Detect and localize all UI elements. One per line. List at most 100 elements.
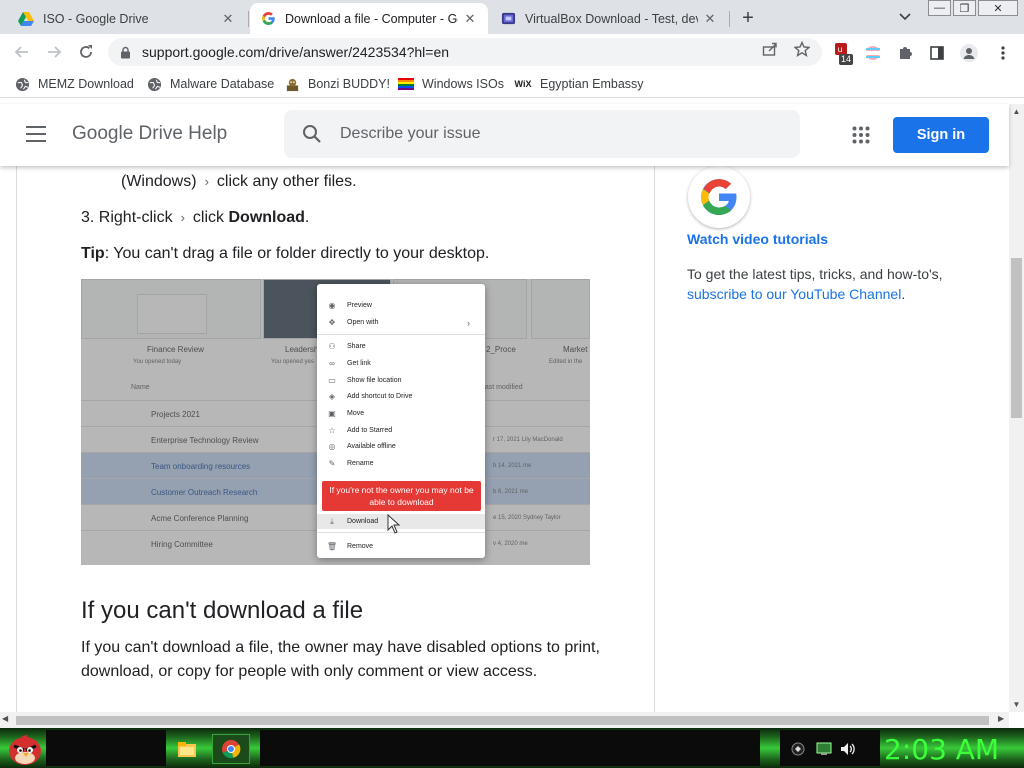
hamburger-menu-icon[interactable] bbox=[26, 126, 46, 142]
menu-item-preview: ◉ Preview bbox=[317, 298, 485, 313]
menu-item-add-shortcut: ◈ Add shortcut to Drive bbox=[317, 389, 485, 404]
menu-item-share: ⚇ Share bbox=[317, 339, 485, 354]
google-apps-grid-icon[interactable] bbox=[852, 126, 870, 144]
close-icon[interactable]: ✕ bbox=[702, 11, 718, 27]
scroll-left-arrow-icon[interactable]: ◀ bbox=[2, 714, 8, 723]
menu-label: Preview bbox=[347, 302, 372, 309]
help-header: Google Drive Help Sign in bbox=[0, 104, 1009, 166]
horizontal-scroll-thumb[interactable] bbox=[16, 716, 989, 725]
forward-button[interactable] bbox=[42, 40, 66, 64]
context-menu: ◉ Preview ✥ Open with › ⚇ Share ∞ Get link ▭ S… bbox=[317, 284, 485, 558]
pencil-icon: ✎ bbox=[328, 459, 336, 468]
reload-button[interactable] bbox=[74, 40, 98, 64]
step-bold-text: Download bbox=[228, 209, 305, 226]
eye-icon: ◉ bbox=[328, 301, 336, 310]
tab-iso-google-drive[interactable]: ISO - Google Drive ✕ bbox=[8, 3, 246, 34]
file-explorer-taskbar-icon[interactable] bbox=[168, 734, 206, 764]
browser-toolbar: support.google.com/drive/answer/2423534?… bbox=[0, 34, 1024, 70]
start-button-angry-bird-icon[interactable] bbox=[4, 728, 46, 768]
vertical-scroll-thumb[interactable] bbox=[1011, 258, 1022, 418]
side-panel-icon[interactable] bbox=[928, 44, 946, 62]
menu-item-get-link: ∞ Get link bbox=[317, 356, 485, 371]
article-border bbox=[16, 166, 17, 712]
close-icon[interactable]: ✕ bbox=[462, 11, 478, 27]
trash-icon: 🗑 bbox=[326, 542, 338, 551]
youtube-channel-link[interactable]: subscribe to our YouTube Channel bbox=[687, 286, 901, 302]
share-icon[interactable] bbox=[762, 41, 778, 57]
input-method-tray-icon[interactable] bbox=[790, 741, 806, 757]
bookmark-windows-isos[interactable]: Windows ISOs bbox=[398, 76, 504, 92]
tip-label: Tip bbox=[81, 245, 105, 262]
sidebar-text: To get the latest tips, tricks, and how-… bbox=[687, 266, 943, 282]
bookmark-egyptian-embassy[interactable]: WiX Egyptian Embassy bbox=[514, 76, 644, 92]
reload-icon bbox=[80, 45, 92, 58]
section-heading: If you can't download a file bbox=[81, 597, 364, 624]
help-center-title[interactable]: Google Drive Help bbox=[72, 123, 227, 145]
address-bar[interactable]: support.google.com/drive/answer/2423534?… bbox=[108, 38, 822, 66]
close-icon[interactable]: ✕ bbox=[220, 11, 236, 27]
back-button[interactable] bbox=[10, 40, 34, 64]
sign-in-button[interactable]: Sign in bbox=[893, 117, 989, 153]
menu-label: Download bbox=[347, 518, 379, 525]
search-icon[interactable] bbox=[302, 124, 322, 144]
help-search-box[interactable] bbox=[284, 110, 800, 158]
bookmark-memz-download[interactable]: MEMZ Download bbox=[14, 76, 134, 92]
menu-label: Share bbox=[347, 343, 366, 350]
watch-video-tutorials-link[interactable]: Watch video tutorials bbox=[687, 231, 828, 247]
drive-screenshot-image: Finance Review You opened today Leadersh… bbox=[81, 279, 590, 565]
sidebar-tip-text: To get the latest tips, tricks, and how-… bbox=[687, 264, 947, 304]
menu-label: Move bbox=[347, 410, 365, 417]
chrome-taskbar-icon[interactable] bbox=[212, 734, 250, 764]
menu-separator bbox=[317, 532, 485, 533]
tab-separator bbox=[248, 11, 249, 27]
taskbar-clock[interactable]: 2:03 AM bbox=[884, 733, 999, 766]
step-text: click bbox=[192, 209, 225, 226]
step-3: 3. Right-click › click Download. bbox=[81, 206, 309, 230]
menu-item-add-to-starred: ☆ Add to Starred bbox=[317, 423, 485, 438]
speaker-volume-icon[interactable] bbox=[840, 741, 856, 757]
help-search-input[interactable] bbox=[340, 120, 780, 148]
wix-icon: WiX bbox=[514, 79, 532, 89]
google-g-logo-icon[interactable] bbox=[688, 166, 750, 228]
offline-check-icon: ◎ bbox=[328, 442, 336, 451]
tab-download-a-file[interactable]: Download a file - Computer - Go ✕ bbox=[250, 3, 488, 34]
sidebar-text: . bbox=[901, 286, 906, 302]
google-drive-icon bbox=[18, 11, 34, 27]
bookmark-bonzi-buddy[interactable]: Bonzi BUDDY! bbox=[284, 76, 390, 92]
rainbow-flag-icon bbox=[398, 76, 414, 92]
profile-avatar-icon[interactable] bbox=[960, 44, 978, 62]
google-g-icon bbox=[260, 11, 276, 27]
scroll-right-arrow-icon[interactable]: ▶ bbox=[998, 714, 1004, 723]
new-tab-button[interactable]: + bbox=[736, 6, 760, 30]
bookmark-label: Windows ISOs bbox=[422, 77, 504, 91]
kebab-menu-icon[interactable] bbox=[994, 44, 1012, 62]
scroll-up-arrow-icon[interactable]: ▲ bbox=[1009, 104, 1024, 119]
person-add-icon: ⚇ bbox=[328, 342, 336, 351]
globe-icon bbox=[14, 76, 30, 92]
svg-text:u: u bbox=[838, 45, 843, 54]
bookmark-label: Bonzi BUDDY! bbox=[308, 77, 390, 91]
chevron-right-icon: › bbox=[204, 174, 209, 189]
scroll-down-arrow-icon[interactable]: ▼ bbox=[1009, 697, 1024, 712]
step-text: 3. Right-click bbox=[81, 209, 173, 226]
network-monitor-tray-icon[interactable] bbox=[816, 741, 832, 757]
menu-item-remove: 🗑 Remove bbox=[317, 539, 485, 554]
puzzle-extensions-icon[interactable] bbox=[896, 44, 914, 62]
mouse-cursor-icon bbox=[387, 514, 401, 534]
bookmark-star-icon[interactable] bbox=[794, 41, 810, 57]
extension-badge-count: 14 bbox=[839, 54, 854, 65]
tab-virtualbox-download[interactable]: VirtualBox Download - Test, deve ✕ bbox=[490, 3, 728, 34]
menu-item-open-with: ✥ Open with › bbox=[317, 315, 485, 330]
chevron-down-icon[interactable] bbox=[896, 8, 914, 26]
maximize-window-button[interactable]: ❐ bbox=[953, 0, 976, 16]
lock-icon[interactable] bbox=[118, 45, 132, 59]
trans-flag-extension-icon[interactable] bbox=[864, 44, 882, 62]
close-window-button[interactable]: ✕ bbox=[978, 0, 1018, 16]
menu-item-show-file-location: ▭ Show file location bbox=[317, 373, 485, 388]
bookmark-malware-database[interactable]: Malware Database bbox=[146, 76, 274, 92]
minimize-window-button[interactable]: — bbox=[928, 0, 951, 16]
tab-title: ISO - Google Drive bbox=[43, 11, 149, 26]
step-2-continued: (Windows) › click any other files. bbox=[121, 170, 357, 194]
folder-move-icon: ▣ bbox=[328, 409, 336, 418]
menu-label: Show file location bbox=[347, 377, 402, 384]
